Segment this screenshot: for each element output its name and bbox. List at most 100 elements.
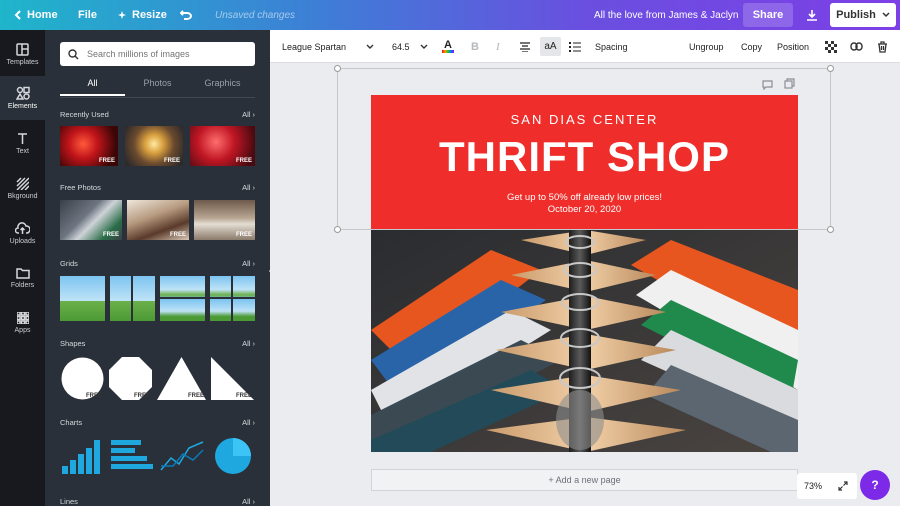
shape-circle[interactable]: FREE	[60, 356, 105, 401]
rail-item-elements[interactable]: Elements	[0, 76, 45, 120]
section-all-link[interactable]: All ›	[242, 259, 255, 268]
list-icon	[569, 41, 581, 52]
undo-icon	[180, 10, 192, 20]
tab-photos[interactable]: Photos	[125, 78, 190, 96]
shape-triangle[interactable]: FREE	[156, 356, 207, 401]
resize-handle[interactable]	[334, 65, 341, 72]
search-input[interactable]	[87, 49, 247, 59]
grid-thumb-2[interactable]	[110, 276, 155, 321]
undo-button[interactable]	[180, 10, 192, 20]
font-family-select[interactable]: League Spartan	[282, 30, 374, 63]
section-all-link[interactable]: All ›	[242, 183, 255, 192]
rail-item-text[interactable]: Text	[0, 121, 45, 165]
bar-chart-icon	[62, 440, 100, 474]
rail-item-background[interactable]: Bkground	[0, 166, 45, 210]
free-photo-2[interactable]: FREE	[127, 200, 189, 240]
search-box[interactable]	[60, 42, 255, 66]
link-button[interactable]	[850, 30, 863, 63]
chevron-left-icon	[14, 10, 21, 20]
download-icon	[806, 10, 817, 21]
font-family-value: League Spartan	[282, 41, 347, 52]
font-size-select[interactable]: 64.5	[392, 30, 428, 63]
resize-handle[interactable]	[827, 226, 834, 233]
help-button[interactable]: ?	[860, 470, 890, 500]
file-menu-button[interactable]: File	[78, 9, 97, 21]
position-button[interactable]: Position	[777, 30, 809, 63]
share-button[interactable]: Share	[743, 3, 793, 27]
italic-button[interactable]: I	[496, 30, 500, 63]
case-button[interactable]: aA	[540, 37, 561, 56]
free-badge: FREE	[169, 232, 186, 238]
free-badge: FREE	[102, 232, 119, 238]
resize-handle[interactable]	[334, 226, 341, 233]
top-bar: Home File Resize Unsaved changes All the…	[0, 0, 900, 30]
section-title: Shapes	[60, 339, 86, 348]
spacing-button[interactable]: Spacing	[595, 30, 628, 63]
selection-box[interactable]	[334, 65, 834, 233]
rail-item-apps[interactable]: Apps	[0, 301, 45, 345]
shape-octagon[interactable]: FREE	[108, 356, 153, 401]
elements-icon	[15, 86, 30, 100]
design-title[interactable]: All the love from James & Jaclyn	[594, 10, 739, 21]
rail-item-templates[interactable]: Templates	[0, 32, 45, 76]
ungroup-button[interactable]: Ungroup	[689, 30, 724, 63]
resize-button[interactable]: Resize	[117, 9, 167, 21]
section-header-shapes: Shapes All ›	[60, 339, 255, 348]
folders-icon	[15, 268, 30, 279]
bold-button[interactable]: B	[471, 30, 479, 63]
transparency-icon	[825, 40, 837, 53]
section-header-free-photos: Free Photos All ›	[60, 183, 255, 192]
chevron-down-icon	[420, 44, 428, 49]
section-all-link[interactable]: All ›	[242, 497, 255, 506]
chart-bar-thumb[interactable]	[60, 436, 105, 476]
elements-panel: All Photos Graphics Recently Used All › …	[45, 30, 270, 506]
chart-line-thumb[interactable]	[159, 436, 207, 476]
grid-thumb-4[interactable]	[210, 276, 255, 321]
chevron-down-icon	[882, 12, 890, 18]
rail-label: Text	[16, 147, 29, 155]
free-photo-3[interactable]: FREE	[194, 200, 255, 240]
delete-button[interactable]	[877, 30, 888, 63]
section-header-lines: Lines All ›	[60, 497, 255, 506]
horizontal-bar-chart-icon	[111, 440, 153, 469]
section-all-link[interactable]: All ›	[242, 418, 255, 427]
apps-icon	[16, 312, 29, 324]
magic-resize-icon	[118, 11, 126, 19]
recent-thumb-3[interactable]: FREE	[190, 126, 255, 166]
line-chart-icon	[160, 441, 204, 471]
grid-thumb-1[interactable]	[60, 276, 105, 321]
rail-item-uploads[interactable]: Uploads	[0, 211, 45, 255]
free-photo-1[interactable]: FREE	[60, 200, 122, 240]
section-all-link[interactable]: All ›	[242, 110, 255, 119]
download-button[interactable]	[799, 3, 824, 27]
zoom-control[interactable]: 73%	[797, 473, 857, 499]
grid-thumb-3[interactable]	[160, 276, 205, 321]
tab-all[interactable]: All	[60, 78, 125, 96]
rail-label: Apps	[14, 327, 31, 334]
chart-pie-thumb[interactable]	[213, 436, 253, 476]
text-color-button[interactable]: A	[442, 30, 454, 63]
section-header-charts: Charts All ›	[60, 418, 255, 427]
home-button[interactable]: Home	[14, 9, 58, 21]
tab-graphics[interactable]: Graphics	[190, 78, 255, 96]
list-button[interactable]	[569, 30, 581, 63]
uploads-icon	[15, 221, 30, 234]
transparency-button[interactable]	[825, 30, 837, 63]
free-badge: FREE	[235, 158, 252, 164]
pie-chart-icon	[215, 438, 251, 474]
copy-button[interactable]: Copy	[741, 30, 762, 63]
align-button[interactable]	[519, 30, 531, 63]
fullscreen-icon	[838, 481, 848, 491]
add-page-button[interactable]: + Add a new page	[371, 469, 798, 491]
recent-thumb-1[interactable]: FREE	[60, 126, 118, 166]
hangers-photo[interactable]	[371, 230, 798, 452]
shape-right-triangle[interactable]: FREE	[210, 356, 255, 401]
resize-handle[interactable]	[827, 65, 834, 72]
color-swatch	[442, 50, 454, 53]
chart-hbar-thumb[interactable]	[109, 436, 154, 476]
publish-button[interactable]: Publish	[830, 3, 896, 27]
section-all-link[interactable]: All ›	[242, 339, 255, 348]
rail-item-folders[interactable]: Folders	[0, 256, 45, 300]
recent-thumb-2[interactable]: FREE	[125, 126, 183, 166]
rail-label: Elements	[7, 103, 38, 110]
